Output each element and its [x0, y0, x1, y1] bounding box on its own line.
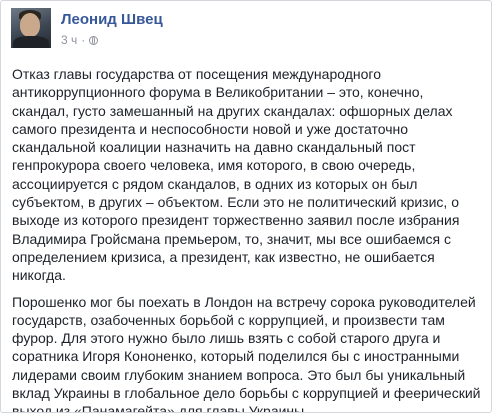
- globe-icon[interactable]: [89, 35, 99, 45]
- avatar-face: [20, 13, 40, 37]
- post-timestamp[interactable]: 3 ч: [61, 33, 77, 47]
- facebook-post: Леонид Швец 3 ч · Отказ главы государств…: [0, 0, 492, 413]
- post-paragraph-1: Отказ главы государства от посещения меж…: [12, 66, 460, 284]
- author-name-link[interactable]: Леонид Швец: [61, 11, 163, 28]
- meta-separator: ·: [81, 33, 86, 47]
- post-paragraph-2: Порошенко мог бы поехать в Лондон на вст…: [12, 293, 481, 413]
- post-header: Леонид Швец 3 ч ·: [11, 8, 481, 52]
- post-body: Отказ главы государства от посещения меж…: [12, 65, 481, 413]
- author-avatar[interactable]: [11, 8, 51, 48]
- avatar-body: [13, 36, 49, 48]
- post-meta: 3 ч ·: [61, 33, 99, 47]
